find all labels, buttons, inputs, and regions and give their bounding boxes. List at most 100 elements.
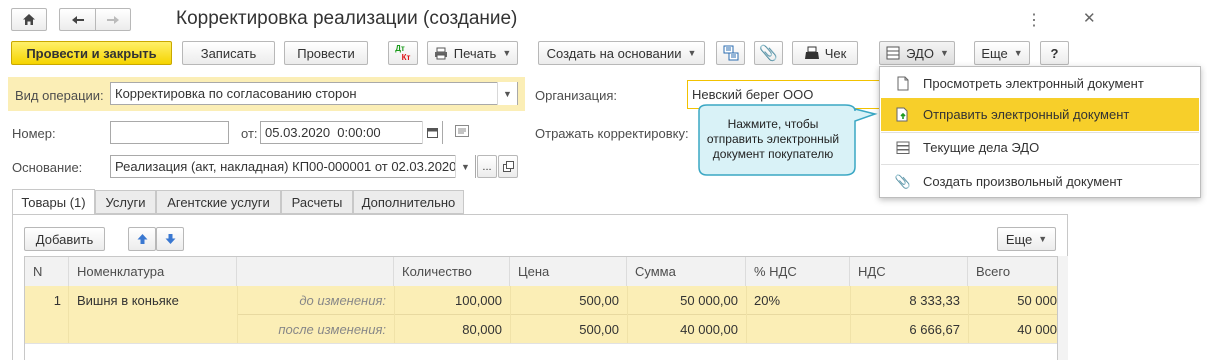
menu-item-label: Текущие дела ЭДО	[923, 140, 1040, 155]
move-up-button[interactable]	[128, 227, 156, 251]
calendar-button[interactable]	[422, 121, 442, 144]
menu-item-send-edoc[interactable]: Отправить электронный документ	[881, 98, 1199, 131]
col-header-price[interactable]: Цена	[510, 257, 627, 286]
number-field[interactable]	[110, 121, 229, 144]
menu-item-create-custom-doc[interactable]: 📎 Создать произвольный документ	[881, 165, 1199, 198]
dt-kt-button[interactable]: Дт Кт	[388, 41, 418, 65]
op-type-field[interactable]: Корректировка по согласованию сторон	[110, 82, 518, 105]
tab-settlements[interactable]: Расчеты	[281, 190, 353, 214]
chevron-down-icon: ▼	[687, 48, 697, 58]
cell-sum-after: 40 000,00	[680, 321, 738, 337]
document-structure-icon	[723, 45, 738, 61]
col-header-vat-rate[interactable]: % НДС	[746, 257, 850, 286]
home-button[interactable]	[11, 8, 47, 31]
vertical-scrollbar[interactable]	[1058, 256, 1068, 360]
date-label: от:	[241, 126, 258, 141]
print-button[interactable]: Печать ▼	[427, 41, 518, 65]
org-value: Невский берег ООО	[692, 87, 814, 102]
basis-open-button[interactable]	[498, 155, 518, 178]
org-label: Организация:	[535, 88, 618, 103]
col-header-vat[interactable]: НДС	[850, 257, 968, 286]
arrow-up-icon	[137, 234, 147, 244]
col-header-n[interactable]: N	[25, 257, 69, 286]
edo-label: ЭДО	[906, 45, 934, 61]
cell-vat-rate-before: 20%	[754, 292, 781, 308]
save-button[interactable]: Записать	[182, 41, 275, 65]
tab-goods[interactable]: Товары (1)	[12, 189, 95, 215]
cell-total-after: 40 000	[1017, 321, 1057, 337]
structure-button[interactable]	[716, 41, 745, 65]
menu-item-view-edoc[interactable]: Просмотреть электронный документ	[881, 67, 1199, 100]
cell-price-after: 500,00	[579, 321, 619, 337]
chevron-down-icon: ▼	[1013, 48, 1023, 58]
paperclip-icon: 📎	[894, 173, 912, 189]
number-label: Номер:	[12, 126, 56, 141]
col-header-nomenclature[interactable]: Номенклатура	[69, 257, 237, 286]
tab-services[interactable]: Услуги	[95, 190, 156, 214]
cell-before-label: до изменения:	[299, 292, 386, 308]
menu-item-edo-tasks[interactable]: Текущие дела ЭДО	[881, 131, 1199, 164]
menu-item-label: Создать произвольный документ	[923, 174, 1123, 189]
more-button[interactable]: Еще ▼	[974, 41, 1030, 65]
basis-field[interactable]: Реализация (акт, накладная) КП00-000001 …	[110, 155, 476, 178]
back-button[interactable]	[59, 8, 95, 31]
edo-icon	[886, 46, 900, 60]
col-header-quantity[interactable]: Количество	[394, 257, 510, 286]
date-field[interactable]: 05.03.2020 0:00:00	[260, 121, 443, 144]
basis-select-button[interactable]: ...	[477, 155, 497, 178]
calendar-icon	[427, 128, 438, 138]
col-header-sum[interactable]: Сумма	[627, 257, 746, 286]
chevron-down-icon: ▼	[502, 48, 512, 58]
cell-total-before: 50 000	[1017, 292, 1057, 308]
kt-label: Кт	[401, 53, 411, 62]
forward-button[interactable]	[95, 8, 131, 31]
tooltip-text: Нажмите, чтобы отправить электронный док…	[706, 117, 840, 161]
edo-tasks-icon	[895, 140, 911, 156]
create-based-on-button[interactable]: Создать на основании ▼	[538, 41, 705, 65]
cell-vat-after: 6 666,67	[909, 321, 960, 337]
chevron-down-icon: ▼	[939, 48, 949, 58]
op-type-dropdown-button[interactable]: ▼	[497, 82, 517, 105]
arrow-down-icon	[165, 234, 175, 244]
tab-agent-services[interactable]: Агентские услуги	[156, 190, 281, 214]
cell-vat-before: 8 333,33	[909, 292, 960, 308]
tab-additional[interactable]: Дополнительно	[353, 190, 464, 214]
op-type-value: Корректировка по согласованию сторон	[115, 86, 357, 101]
dt-label: Дт	[395, 44, 405, 53]
op-type-label: Вид операции:	[15, 88, 104, 103]
cell-n: 1	[53, 292, 61, 308]
close-icon[interactable]: ✕	[1083, 9, 1096, 27]
kebab-menu-icon[interactable]: ⋮	[1026, 10, 1042, 30]
col-header-total[interactable]: Всего	[968, 257, 1057, 286]
paperclip-icon: 📎	[759, 45, 778, 62]
open-window-icon	[502, 161, 514, 172]
post-and-close-button[interactable]: Провести и закрыть	[11, 41, 172, 65]
reflect-correction-label: Отражать корректировку:	[535, 126, 689, 141]
move-down-button[interactable]	[156, 227, 184, 251]
send-document-icon	[895, 107, 911, 123]
basis-label: Основание:	[12, 160, 83, 175]
table-more-button[interactable]: Еще ▼	[997, 227, 1056, 251]
window-title: Корректировка реализации (создание)	[176, 8, 518, 29]
cell-vat-rate-after	[746, 315, 850, 343]
arrow-left-icon	[71, 15, 84, 24]
print-label: Печать	[453, 45, 497, 61]
add-row-button[interactable]: Добавить	[24, 227, 105, 251]
post-button[interactable]: Провести	[284, 41, 368, 65]
row-bottom-border	[25, 343, 1057, 344]
cell-sum-before: 50 000,00	[680, 292, 738, 308]
cash-register-icon	[804, 46, 819, 59]
col-header-blank[interactable]	[237, 257, 394, 286]
create-based-on-label: Создать на основании	[546, 45, 682, 61]
comment-icon[interactable]	[455, 125, 469, 140]
basis-value: Реализация (акт, накладная) КП00-000001 …	[115, 159, 457, 174]
edo-button[interactable]: ЭДО ▼	[879, 41, 955, 65]
cell-price-before: 500,00	[579, 292, 619, 308]
cell-qty-after: 80,000	[462, 321, 502, 337]
help-button[interactable]: ?	[1040, 41, 1069, 65]
basis-dropdown-button[interactable]: ▼	[455, 155, 475, 178]
attach-button[interactable]: 📎	[754, 41, 783, 65]
arrow-right-icon	[107, 15, 119, 24]
receipt-button[interactable]: Чек	[792, 41, 858, 65]
chevron-down-icon: ▼	[1038, 234, 1048, 244]
